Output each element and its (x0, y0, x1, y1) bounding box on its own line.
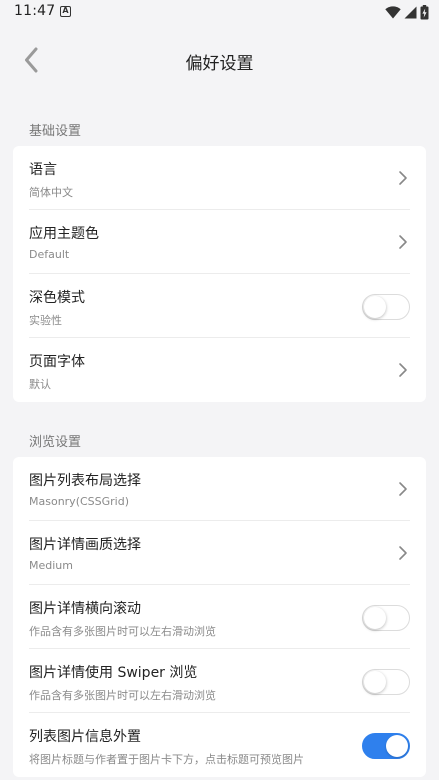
signal-icon (404, 6, 417, 18)
horizontal-scroll-toggle[interactable] (362, 605, 410, 631)
setting-value: Medium (29, 559, 73, 572)
setting-title: 页面字体 (29, 354, 85, 370)
wifi-icon (385, 5, 401, 18)
toggle-knob (364, 671, 386, 693)
chevron-right-icon (399, 171, 407, 185)
setting-description: 作品含有多张图片时可以左右滑动浏览 (29, 689, 216, 702)
status-icons (385, 4, 429, 20)
setting-row-dark-mode: 深色模式 实验性 (29, 274, 410, 338)
setting-value: Default (29, 248, 70, 261)
setting-title: 图片详情使用 Swiper 浏览 (29, 665, 198, 681)
setting-description: 实验性 (29, 314, 62, 327)
status-time: 11:47 (14, 3, 56, 19)
swiper-toggle[interactable] (362, 669, 410, 695)
setting-title: 图片详情画质选择 (29, 537, 141, 553)
setting-title: 语言 (29, 162, 57, 178)
setting-title: 图片详情横向滚动 (29, 601, 141, 617)
setting-row-theme-color[interactable]: 应用主题色 Default (29, 210, 410, 274)
settings-card-basic: 语言 简体中文 应用主题色 Default 深色模式 实验性 页面字体 默认 (13, 146, 426, 402)
setting-title: 列表图片信息外置 (29, 729, 141, 745)
setting-row-horizontal-scroll: 图片详情横向滚动 作品含有多张图片时可以左右滑动浏览 (29, 585, 410, 649)
section-title-browse: 浏览设置 (29, 435, 82, 450)
notification-a-icon: A (60, 6, 71, 17)
chevron-right-icon (399, 546, 407, 560)
setting-row-swiper: 图片详情使用 Swiper 浏览 作品含有多张图片时可以左右滑动浏览 (29, 649, 410, 713)
settings-card-browse: 图片列表布局选择 Masonry(CSSGrid) 图片详情画质选择 Mediu… (13, 457, 426, 777)
chevron-right-icon (399, 363, 407, 377)
setting-row-image-info-outside: 列表图片信息外置 将图片标题与作者置于图片卡下方，点击标题可预览图片 (29, 713, 410, 777)
page-title: 偏好设置 (185, 54, 254, 74)
setting-description: 作品含有多张图片时可以左右滑动浏览 (29, 625, 216, 638)
setting-description: 将图片标题与作者置于图片卡下方，点击标题可预览图片 (29, 753, 304, 766)
setting-row-language[interactable]: 语言 简体中文 (29, 146, 410, 210)
dark-mode-toggle[interactable] (362, 294, 410, 320)
chevron-right-icon (399, 482, 407, 496)
status-bar: 11:47 A (0, 0, 439, 24)
chevron-right-icon (399, 235, 407, 249)
setting-title: 应用主题色 (29, 226, 99, 242)
image-info-outside-toggle[interactable] (362, 733, 410, 759)
setting-title: 图片列表布局选择 (29, 473, 141, 489)
battery-charging-icon (420, 4, 429, 19)
setting-row-page-font[interactable]: 页面字体 默认 (29, 338, 410, 402)
setting-value: 默认 (29, 378, 51, 391)
setting-row-list-layout[interactable]: 图片列表布局选择 Masonry(CSSGrid) (29, 457, 410, 521)
setting-value: 简体中文 (29, 186, 73, 199)
toggle-knob (364, 296, 386, 318)
app-header: 偏好设置 (0, 24, 439, 98)
toggle-knob (386, 735, 408, 757)
setting-row-image-quality[interactable]: 图片详情画质选择 Medium (29, 521, 410, 585)
section-title-basic: 基础设置 (29, 124, 82, 139)
setting-title: 深色模式 (29, 290, 85, 306)
toggle-knob (364, 607, 386, 629)
setting-value: Masonry(CSSGrid) (29, 495, 130, 508)
